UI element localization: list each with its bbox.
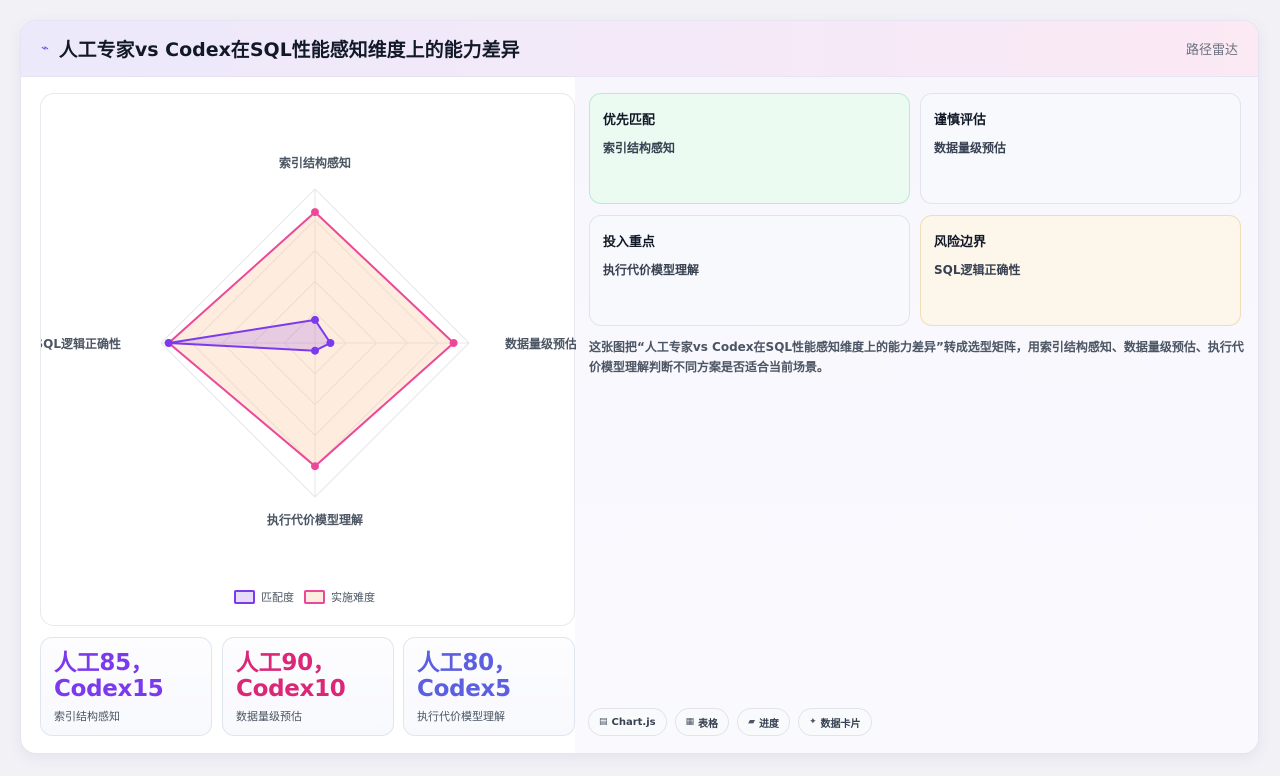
chip-label: 表格 (698, 718, 719, 730)
chip-data-card[interactable]: ✦ 数据卡片 (798, 708, 872, 736)
radar-chart: 索引结构感知数据量级预估执行代价模型理解 SQL逻辑正确性匹配度 实施难度 (41, 155, 576, 604)
radar-point (311, 346, 319, 355)
radar-point (326, 339, 335, 347)
radar-axis-label: 索引结构感知 (279, 155, 351, 170)
spark-icon: ⌁ (41, 41, 49, 56)
tile-value: 执行代价模型理解 (603, 263, 700, 277)
tile-title: 风险边界 (934, 235, 987, 250)
header: ⌁ 人工专家vs Codex在SQL性能感知维度上的能力差异 路径雷达 (21, 21, 1258, 77)
chip-row: ▤ Chart.js ▦ 表格 ▰ 进度 ✦ 数据卡片 (588, 708, 872, 736)
radar-point (164, 339, 173, 347)
tile-title: 投入重点 (603, 235, 656, 250)
stat-card-volume: 人工90，Codex10 数据量级预估 (222, 637, 394, 736)
radar-axis-label: 执行代价模型理解 (267, 512, 363, 527)
progress-icon: ▰ (748, 717, 756, 727)
tile-value: 索引结构感知 (603, 141, 676, 155)
tile-careful-eval: 谨慎评估 数据量级预估 (920, 93, 1241, 204)
stat-label: 数据量级预估 (236, 710, 302, 723)
chip-progress[interactable]: ▰ 进度 (737, 708, 791, 736)
tile-risk-boundary: 风险边界 SQL逻辑正确性 (920, 215, 1241, 326)
legend-label: 实施难度 (331, 590, 375, 604)
radar-axis-label: 数据量级预估 (505, 336, 576, 351)
chart-icon: ▤ (599, 717, 608, 727)
legend-label: 匹配度 (261, 590, 294, 604)
chip-table[interactable]: ▦ 表格 (674, 708, 730, 736)
stat-label: 索引结构感知 (54, 710, 120, 723)
description: 这张图把“人工专家vs Codex在SQL性能感知维度上的能力差异”转成选型矩阵… (589, 340, 1244, 374)
radar-point (311, 462, 319, 471)
tile-investment-focus: 投入重点 执行代价模型理解 (589, 215, 910, 326)
chip-label: Chart.js (611, 716, 656, 728)
legend-swatch (234, 590, 255, 604)
stat-value: 人工80，Codex5 (417, 650, 517, 702)
table-icon: ▦ (685, 717, 695, 727)
chip-label: 进度 (759, 718, 780, 730)
stat-card-cost: 人工80，Codex5 执行代价模型理解 (403, 637, 575, 736)
chip-label: 数据卡片 (820, 718, 861, 730)
tile-title: 优先匹配 (603, 113, 656, 128)
card-icon: ✦ (809, 717, 817, 727)
stat-label: 执行代价模型理解 (417, 710, 505, 723)
radar-point (311, 208, 319, 217)
tile-value: SQL逻辑正确性 (934, 263, 1021, 277)
stat-card-index: 人工85，Codex15 索引结构感知 (40, 637, 212, 736)
tile-title: 谨慎评估 (934, 113, 987, 128)
view-mode-label[interactable]: 路径雷达 (1186, 39, 1238, 58)
main-card: ⌁ 人工专家vs Codex在SQL性能感知维度上的能力差异 路径雷达 索引结构… (20, 20, 1259, 754)
radar-point (311, 315, 319, 324)
radar-point (449, 339, 458, 347)
legend-swatch (304, 590, 325, 604)
page-title: 人工专家vs Codex在SQL性能感知维度上的能力差异 (58, 39, 520, 61)
chip-chartjs[interactable]: ▤ Chart.js (588, 708, 667, 736)
tile-value: 数据量级预估 (934, 141, 1007, 155)
stat-value: 人工90，Codex10 (236, 650, 346, 702)
radar-axis-label: SQL逻辑正确性 (41, 336, 121, 351)
stat-value: 人工85，Codex15 (54, 650, 164, 702)
radar-chart-box: 索引结构感知数据量级预估执行代价模型理解 SQL逻辑正确性匹配度 实施难度 (40, 93, 576, 626)
tile-priority-match: 优先匹配 索引结构感知 (589, 93, 910, 204)
